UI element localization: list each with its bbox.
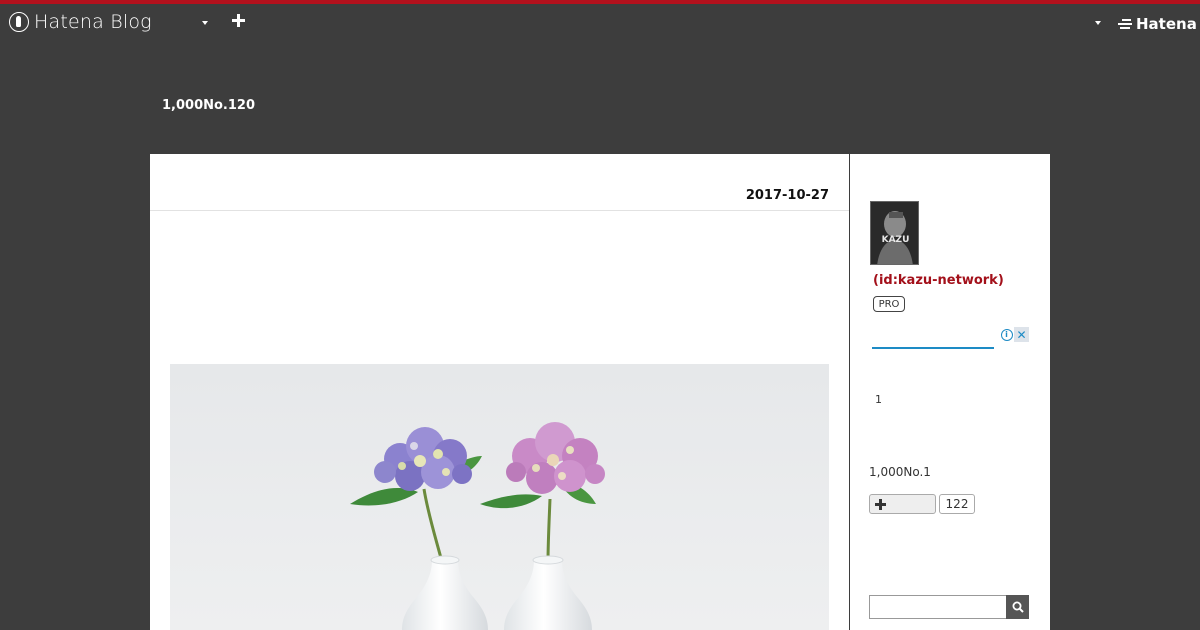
- hatena-blog-logo[interactable]: Hatena Blog: [9, 10, 152, 34]
- hatena-text: Hatena: [1136, 15, 1197, 33]
- search-icon: [1012, 601, 1024, 613]
- plus-icon[interactable]: [232, 14, 245, 27]
- avatar-photo: KAZU: [871, 202, 918, 264]
- hatena-logo-icon: [1118, 18, 1133, 30]
- user-id-link[interactable]: (id:kazu-network): [873, 273, 1004, 288]
- avatar[interactable]: KAZU: [870, 201, 919, 265]
- chevron-down-icon[interactable]: [1095, 21, 1101, 25]
- subscribe-blog-title: 1,000No.1: [869, 465, 931, 479]
- hatena-blog-logo-icon: [9, 12, 29, 32]
- search-button[interactable]: [1006, 595, 1029, 619]
- ad-underline: [872, 347, 994, 349]
- plus-icon: [875, 499, 886, 510]
- search-input[interactable]: [869, 595, 1007, 619]
- entry-image: [170, 364, 829, 630]
- blog-title[interactable]: 1,000No.120: [162, 98, 255, 113]
- hydrangea-vases-image: [170, 364, 829, 630]
- hatena-logo[interactable]: Hatena: [1118, 15, 1197, 33]
- global-header: Hatena Blog Hatena: [0, 4, 1200, 42]
- logo-text: Hatena Blog: [34, 11, 152, 33]
- chevron-down-icon[interactable]: [202, 21, 208, 25]
- divider: [150, 210, 849, 211]
- pro-badge: PRO: [873, 296, 905, 312]
- sidebar-item-number: 1: [875, 393, 882, 406]
- entry-date[interactable]: 2017-10-27: [746, 188, 829, 203]
- close-icon[interactable]: ✕: [1014, 327, 1029, 342]
- subscribe-button[interactable]: [869, 494, 936, 514]
- subscribe-count: 122: [939, 494, 975, 514]
- main-content: 2017-10-27: [150, 154, 849, 630]
- sidebar: KAZU (id:kazu-network) PRO i ✕ 1 1,000No…: [850, 154, 1050, 630]
- avatar-text: KAZU: [882, 235, 910, 245]
- ad-info-icon[interactable]: i: [999, 327, 1014, 342]
